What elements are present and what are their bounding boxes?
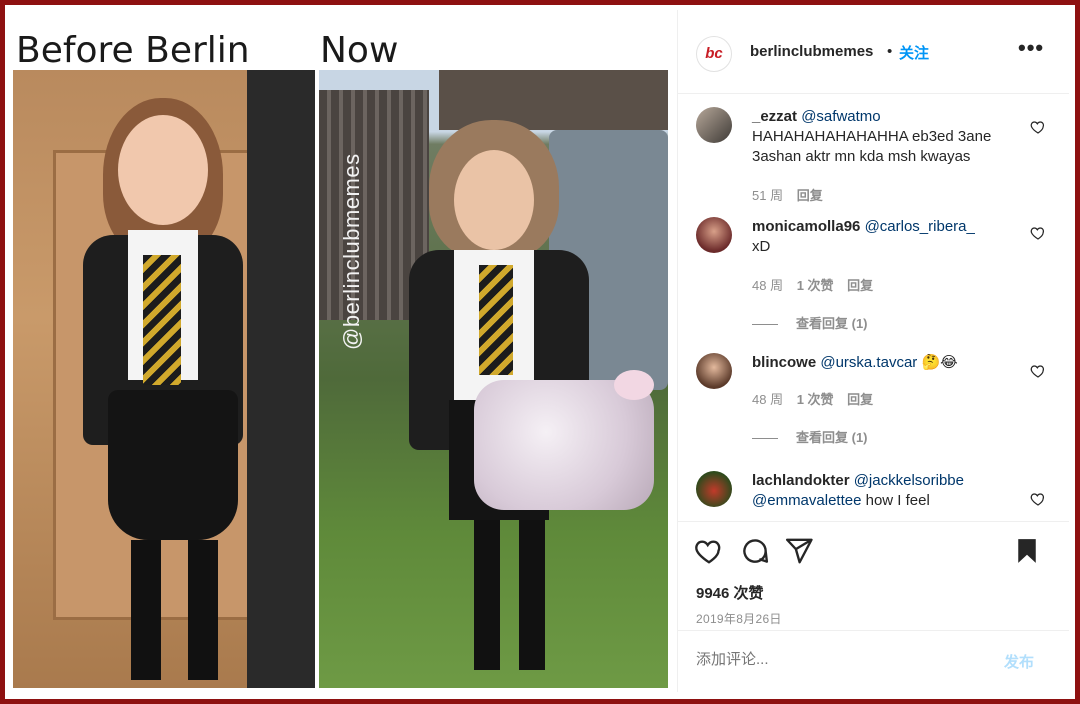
commenter-avatar[interactable] — [696, 107, 732, 143]
now-photo: @berlinclubmemes — [319, 70, 668, 688]
comment-mention[interactable]: @urska.tavcar — [820, 354, 917, 371]
view-replies-label: 查看回复 (1) — [796, 316, 868, 331]
post-image: Before Berlin Now @berlinclubmemes — [10, 10, 674, 692]
add-comment-input[interactable] — [696, 651, 976, 668]
likes-count[interactable]: 9946 次赞 — [696, 582, 764, 603]
view-replies-button[interactable]: 查看回复 (1) — [752, 427, 868, 446]
comment-like-heart-icon[interactable] — [1030, 119, 1046, 135]
post-header: bc berlinclubmemes • 关注 ••• — [678, 10, 1069, 94]
comment-mention[interactable]: @jackkelsoribbe — [854, 472, 964, 489]
account-avatar[interactable]: bc — [696, 36, 732, 72]
comment-text: _ezzat @safwatmo HAHAHAHAHAHAHHA eb3ed 3… — [752, 107, 1017, 167]
comment-icon[interactable] — [740, 536, 770, 566]
comment-meta: 48 周 1 次赞 回复 — [752, 275, 883, 294]
caption-before: Before Berlin — [16, 30, 250, 71]
reply-button[interactable]: 回复 — [797, 188, 823, 203]
separator-dot: • — [887, 43, 893, 60]
comment-mention-2[interactable]: @emmavalettee — [752, 492, 861, 509]
comment-text: blincowe @urska.tavcar 🤔😂 — [752, 353, 1017, 373]
follow-button[interactable]: 关注 — [899, 42, 929, 63]
reply-button[interactable]: 回复 — [847, 278, 873, 293]
comment-body: HAHAHAHAHAHAHHA eb3ed 3ane 3ashan aktr m… — [752, 128, 992, 165]
view-replies-label: 查看回复 (1) — [796, 430, 868, 445]
post-comment-button[interactable]: 发布 — [1004, 651, 1034, 672]
comment-time: 48 周 — [752, 392, 784, 407]
post-date: 2019年8月26日 — [696, 612, 782, 626]
commenter-avatar[interactable] — [696, 353, 732, 389]
post-sidebar: bc berlinclubmemes • 关注 ••• _ezzat @safw… — [677, 10, 1069, 692]
comment-time: 48 周 — [752, 278, 784, 293]
caption-now: Now — [320, 30, 399, 71]
comment-like-count[interactable]: 1 次赞 — [797, 392, 834, 407]
comment-username[interactable]: lachlandokter — [752, 472, 850, 489]
watermark: @berlinclubmemes — [339, 153, 364, 350]
comment-body: how I feel — [861, 492, 930, 509]
bookmark-icon[interactable] — [1012, 536, 1042, 566]
comment-text: lachlandokter @jackkelsoribbe @emmavalett… — [752, 471, 1017, 511]
account-username[interactable]: berlinclubmemes — [750, 43, 873, 60]
commenter-avatar[interactable] — [696, 471, 732, 507]
comment-time: 51 周 — [752, 188, 784, 203]
comment-like-heart-icon[interactable] — [1030, 225, 1046, 241]
post-actions: 9946 次赞 2019年8月26日 — [678, 521, 1069, 631]
comment-like-heart-icon[interactable] — [1030, 491, 1046, 507]
view-replies-button[interactable]: 查看回复 (1) — [752, 313, 868, 332]
commenter-avatar[interactable] — [696, 217, 732, 253]
before-photo — [13, 70, 317, 688]
comment-like-heart-icon[interactable] — [1030, 363, 1046, 379]
comment-body: 🤔😂 — [917, 354, 958, 371]
share-icon[interactable] — [784, 536, 814, 566]
comment-username[interactable]: monicamolla96 — [752, 218, 860, 235]
girl-before — [53, 70, 273, 688]
comment-meta: 51 周 回复 — [752, 185, 833, 204]
comment-text: monicamolla96 @carlos_ribera_ xD — [752, 217, 1017, 257]
add-comment-bar: 发布 — [678, 630, 1069, 692]
heart-icon[interactable] — [694, 536, 724, 566]
comment-like-count[interactable]: 1 次赞 — [797, 278, 834, 293]
comment-list[interactable]: _ezzat @safwatmo HAHAHAHAHAHAHHA eb3ed 3… — [678, 95, 1069, 520]
comment-meta: 48 周 1 次赞 回复 — [752, 389, 883, 408]
comment-body: xD — [752, 238, 771, 255]
girl-now — [399, 100, 654, 688]
reply-button[interactable]: 回复 — [847, 392, 873, 407]
comment-mention[interactable]: @safwatmo — [801, 108, 880, 125]
comment-username[interactable]: _ezzat — [752, 108, 797, 125]
unicorn-backpack — [474, 380, 654, 510]
more-horizontal-icon[interactable]: ••• — [1018, 35, 1044, 61]
comment-mention[interactable]: @carlos_ribera_ — [865, 218, 975, 235]
comment-username[interactable]: blincowe — [752, 354, 816, 371]
